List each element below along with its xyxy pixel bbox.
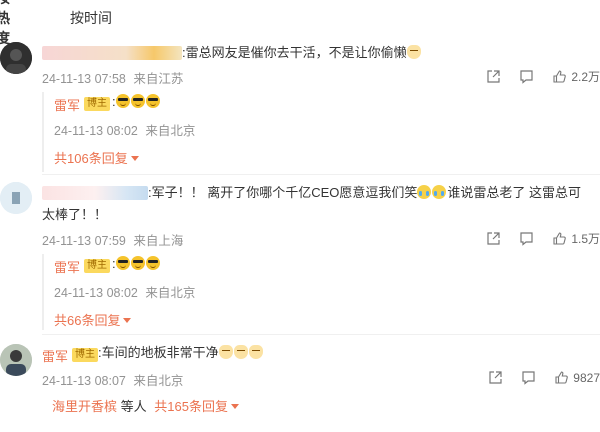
thumbs-up-icon xyxy=(555,371,569,384)
comment-actions: 1.5万 xyxy=(468,230,600,247)
reply-preview: 雷军 博主 : 24-11-13 08:02 来自北京 共66条回复 xyxy=(42,254,598,330)
tab-sort-by-time[interactable]: 按时间 xyxy=(70,8,130,28)
reply-meta: 24-11-13 08:02 来自北京 xyxy=(54,282,195,301)
masked-username[interactable] xyxy=(42,186,148,200)
like-count: 9827 xyxy=(573,370,600,385)
view-replies-link[interactable]: 海里开香槟 等人 共165条回复 xyxy=(52,396,239,415)
comment-text-body: :车间的地板非常干净 xyxy=(98,345,219,360)
comment-meta: 24-11-13 07:58 来自江苏 xyxy=(42,68,183,87)
cat-emoji-icon xyxy=(233,345,248,359)
reply-location: 来自北京 xyxy=(145,286,196,300)
comment-location: 来自江苏 xyxy=(133,72,184,86)
masked-username[interactable] xyxy=(42,46,182,60)
reply-meta: 24-11-13 08:02 来自北京 xyxy=(54,120,195,139)
comment-icon[interactable] xyxy=(519,69,534,84)
sunglasses-emoji-icon xyxy=(130,94,145,108)
blogger-badge: 博主 xyxy=(72,348,98,362)
sunglasses-emoji-icon xyxy=(145,256,160,270)
comment-text-line1b: 谁说雷总老了 这雷总可 xyxy=(447,185,582,200)
comment-time: 24-11-13 07:58 xyxy=(42,72,126,86)
avatar[interactable] xyxy=(0,42,32,74)
like-count: 2.2万 xyxy=(571,70,600,84)
caret-down-icon xyxy=(230,404,239,409)
avatar[interactable] xyxy=(0,344,32,376)
like-button[interactable]: 1.5万 xyxy=(552,230,600,247)
reply-time: 24-11-13 08:02 xyxy=(54,124,138,138)
divider xyxy=(42,334,600,335)
view-replies-label: 共106条回复 xyxy=(54,151,128,166)
blogger-badge: 博主 xyxy=(84,259,110,273)
comment-meta: 24-11-13 08:07 来自北京 xyxy=(42,370,183,389)
reply-text: : xyxy=(112,91,161,113)
comment-text: :军子！！ 离开了你哪个千亿CEO愿意逗我们笑 谁说雷总老了 这雷总可 xyxy=(148,182,593,204)
reply-user[interactable]: 海里开香槟 xyxy=(52,399,117,414)
comment-text-line1: :军子！！ 离开了你哪个千亿CEO愿意逗我们笑 xyxy=(148,185,418,200)
tab-sort-by-hot[interactable]: 按热度 xyxy=(0,0,10,48)
sunglasses-emoji-icon xyxy=(145,94,160,108)
reply-author[interactable]: 雷军 xyxy=(54,257,80,276)
like-button[interactable]: 2.2万 xyxy=(552,68,600,85)
reply-others: 等人 xyxy=(120,399,147,414)
reply-preview: 雷军 博主 : 24-11-13 08:02 来自北京 共106条回复 xyxy=(42,92,598,172)
avatar[interactable] xyxy=(0,182,32,214)
like-button[interactable]: 9827 xyxy=(554,370,600,385)
comment-location: 来自上海 xyxy=(133,234,184,248)
reply-time: 24-11-13 08:02 xyxy=(54,286,138,300)
reply-text: : xyxy=(112,253,161,275)
comment-text: :雷总网友是催你去干活，不是让你偷懒 xyxy=(182,42,422,64)
comment-time: 24-11-13 08:07 xyxy=(42,374,126,388)
comment-author[interactable]: 雷军 xyxy=(42,346,68,365)
crying-emoji-icon xyxy=(417,185,432,199)
cat-emoji-icon xyxy=(406,45,421,59)
divider xyxy=(42,174,600,175)
crying-emoji-icon xyxy=(432,185,447,199)
sunglasses-emoji-icon xyxy=(115,256,130,270)
share-icon[interactable] xyxy=(486,69,501,84)
sunglasses-emoji-icon xyxy=(115,94,130,108)
share-icon[interactable] xyxy=(486,231,501,246)
comment-meta: 24-11-13 07:59 来自上海 xyxy=(42,230,183,249)
caret-down-icon xyxy=(123,318,132,323)
comment-icon[interactable] xyxy=(521,370,536,385)
sunglasses-emoji-icon xyxy=(130,256,145,270)
cat-emoji-icon xyxy=(218,345,233,359)
caret-down-icon xyxy=(130,156,139,161)
comment-text-body: :雷总网友是催你去干活，不是让你偷懒 xyxy=(182,45,407,60)
comment-text: :车间的地板非常干净 xyxy=(98,342,264,364)
thumbs-up-icon xyxy=(553,70,567,83)
share-icon[interactable] xyxy=(488,370,503,385)
comment-actions: 9827 xyxy=(470,370,600,385)
blogger-badge: 博主 xyxy=(84,97,110,111)
comment-time: 24-11-13 07:59 xyxy=(42,234,126,248)
reply-author[interactable]: 雷军 xyxy=(54,95,80,114)
comment-text-line2: 太棒了！！ xyxy=(42,207,108,222)
view-replies-link[interactable]: 共66条回复 xyxy=(54,310,132,329)
comment-icon[interactable] xyxy=(519,231,534,246)
view-replies-link[interactable]: 共106条回复 xyxy=(54,148,139,167)
comment-location: 来自北京 xyxy=(133,374,184,388)
comment-actions: 2.2万 xyxy=(468,68,600,85)
view-replies-label: 共165条回复 xyxy=(154,399,228,414)
view-replies-label: 共66条回复 xyxy=(54,313,121,328)
thumbs-up-icon xyxy=(553,232,567,245)
cat-emoji-icon xyxy=(248,345,263,359)
reply-location: 来自北京 xyxy=(145,124,196,138)
like-count: 1.5万 xyxy=(571,232,600,246)
